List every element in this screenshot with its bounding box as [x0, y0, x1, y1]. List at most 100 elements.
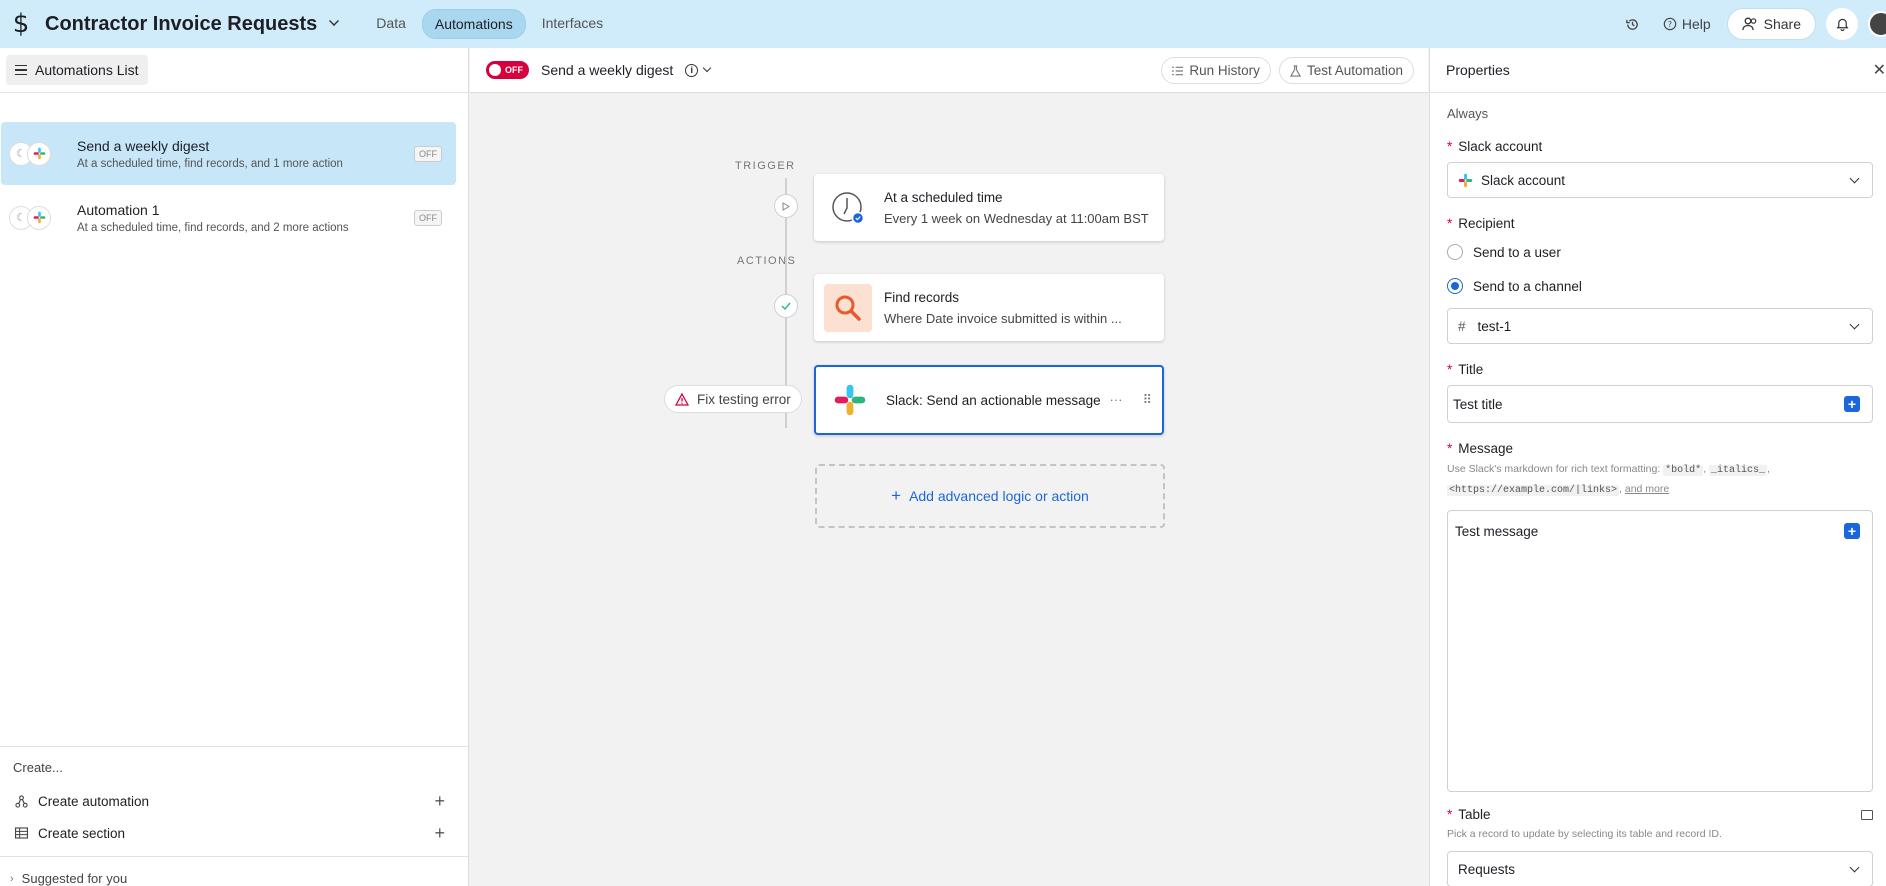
- menu-icon: [15, 64, 27, 76]
- title-label: * Title: [1447, 362, 1484, 377]
- chevron-down-icon[interactable]: [703, 63, 712, 73]
- slack-icon: [826, 376, 874, 424]
- run-history-button[interactable]: Run History: [1161, 57, 1271, 84]
- base-logo-icon[interactable]: $: [0, 0, 42, 48]
- automation-item-automation-1[interactable]: ☾ Automation 1 At a scheduled time, find…: [1, 186, 456, 249]
- insert-field-plus-icon[interactable]: +: [1844, 396, 1860, 412]
- expand-icon[interactable]: [1861, 809, 1873, 820]
- toggle-label: OFF: [505, 65, 523, 75]
- fix-testing-error-button[interactable]: Fix testing error: [664, 385, 802, 413]
- slack-icon: [1458, 173, 1473, 187]
- base-title-text[interactable]: Contractor Invoice Requests: [45, 13, 317, 36]
- channel-value: test-1: [1477, 318, 1512, 334]
- chevron-down-icon: [1849, 173, 1860, 184]
- automations-list-label: Automations List: [35, 62, 139, 78]
- chevron-down-icon: [1849, 319, 1860, 330]
- message-textarea[interactable]: Test message +: [1447, 510, 1873, 792]
- tab-automations[interactable]: Automations: [421, 9, 526, 39]
- hint-italics: _italics_: [1709, 465, 1768, 476]
- avatar[interactable]: [1868, 11, 1886, 37]
- clock-icon: [824, 184, 872, 232]
- slack-icon: [27, 205, 51, 230]
- create-section-button[interactable]: Create section +: [0, 817, 469, 849]
- plus-icon[interactable]: +: [434, 791, 445, 812]
- automation-name: Send a weekly digest: [77, 137, 210, 154]
- trigger-subtitle: Every 1 week on Wednesday at 11:00am BST: [884, 210, 1149, 226]
- table-value: Requests: [1458, 861, 1516, 877]
- radio-button[interactable]: [1447, 244, 1463, 260]
- nav-tabs: Data Automations Interfaces: [364, 9, 615, 39]
- chevron-right-icon: ›: [10, 872, 14, 885]
- slack-account-value: Slack account: [1481, 172, 1566, 188]
- automation-title[interactable]: Send a weekly digest: [541, 62, 673, 78]
- suggested-for-you-toggle[interactable]: › Suggested for you: [0, 856, 469, 886]
- radio-send-to-user[interactable]: Send to a user: [1447, 235, 1886, 269]
- plus-icon[interactable]: +: [434, 823, 445, 844]
- automation-toggle[interactable]: OFF: [486, 61, 529, 79]
- automation-description: At a scheduled time, find records, and 2…: [77, 221, 349, 234]
- test-automation-label: Test Automation: [1306, 63, 1403, 78]
- automation-name: Automation 1: [77, 201, 160, 218]
- message-value: Test message: [1455, 524, 1539, 539]
- automations-list-button[interactable]: Automations List: [6, 55, 148, 85]
- automation-icons: ☾: [9, 139, 65, 169]
- share-label: Share: [1763, 16, 1801, 32]
- trigger-label: TRIGGER: [735, 160, 796, 172]
- flask-icon: [1289, 64, 1301, 77]
- radio-send-to-channel[interactable]: Send to a channel: [1447, 269, 1886, 303]
- status-badge: OFF: [414, 145, 442, 162]
- help-button[interactable]: ? Help: [1657, 16, 1717, 32]
- radio-label: Send to a channel: [1473, 278, 1582, 294]
- channel-select[interactable]: # test-1: [1447, 308, 1873, 344]
- suggested-label: Suggested for you: [21, 871, 128, 886]
- users-icon: [1741, 17, 1756, 31]
- create-automation-button[interactable]: Create automation +: [0, 785, 469, 817]
- close-icon[interactable]: ✕: [1873, 60, 1886, 80]
- table-select[interactable]: Requests: [1447, 851, 1873, 886]
- bell-icon[interactable]: [1826, 8, 1858, 40]
- slack-action-card[interactable]: Slack: Send an actionable message ··· ⠿: [814, 365, 1164, 435]
- title-value: Test title: [1453, 396, 1503, 412]
- slack-account-label-text: Slack account: [1458, 139, 1543, 154]
- and-more-link[interactable]: and more: [1625, 483, 1669, 495]
- table-label: * Table: [1447, 807, 1873, 822]
- radio-label: Send to a user: [1473, 244, 1561, 260]
- insert-field-plus-icon[interactable]: +: [1844, 523, 1860, 539]
- sidebar-header: Automations List: [0, 48, 468, 93]
- automation-header: OFF Send a weekly digest i Run History T…: [470, 48, 1428, 93]
- table-icon: [14, 826, 28, 840]
- trigger-card[interactable]: At a scheduled time Every 1 week on Wedn…: [814, 174, 1164, 241]
- radio-button[interactable]: [1447, 278, 1463, 294]
- message-label-text: Message: [1458, 441, 1514, 456]
- automation-canvas: TRIGGER ACTIONS At a scheduled time Ever…: [470, 94, 1428, 886]
- hint-link: <https://example.com/|links>: [1447, 485, 1620, 496]
- share-button[interactable]: Share: [1726, 8, 1816, 40]
- drag-handle-icon[interactable]: ⠿: [1142, 392, 1152, 408]
- chevron-down-icon[interactable]: [329, 16, 340, 26]
- message-hint: Use Slack's markdown for rich text forma…: [1447, 463, 1770, 496]
- recipient-label-text: Recipient: [1458, 216, 1515, 231]
- run-history-label: Run History: [1189, 63, 1260, 78]
- automation-item-send-weekly-digest[interactable]: ☾ Send a weekly digest At a scheduled ti…: [1, 122, 456, 185]
- info-icon[interactable]: i: [685, 63, 699, 77]
- slack-account-label: * Slack account: [1447, 139, 1543, 154]
- history-icon[interactable]: [1619, 10, 1647, 38]
- automation-description: At a scheduled time, find records, and 1…: [77, 157, 343, 170]
- tab-interfaces[interactable]: Interfaces: [530, 9, 615, 39]
- create-automation-label: Create automation: [38, 793, 150, 809]
- title-label-text: Title: [1458, 362, 1484, 377]
- add-advanced-logic-button[interactable]: + Add advanced logic or action: [815, 464, 1165, 528]
- tab-data[interactable]: Data: [364, 9, 418, 39]
- more-options-icon[interactable]: ···: [1109, 392, 1122, 408]
- properties-panel: Properties ✕ Always * Slack account Slack…: [1429, 48, 1886, 886]
- list-icon: [1172, 66, 1184, 75]
- test-automation-button[interactable]: Test Automation: [1278, 57, 1414, 84]
- slack-account-select[interactable]: Slack account: [1447, 162, 1873, 198]
- check-icon: [774, 294, 798, 318]
- top-bar: $ Contractor Invoice Requests Data Autom…: [0, 0, 1886, 48]
- table-label-text: Table: [1458, 807, 1491, 822]
- find-records-card[interactable]: Find records Where Date invoice submitte…: [814, 274, 1164, 341]
- table-hint: Pick a record to update by selecting its…: [1447, 828, 1722, 840]
- base-title[interactable]: Contractor Invoice Requests: [45, 13, 340, 36]
- title-input[interactable]: Test title +: [1447, 385, 1873, 423]
